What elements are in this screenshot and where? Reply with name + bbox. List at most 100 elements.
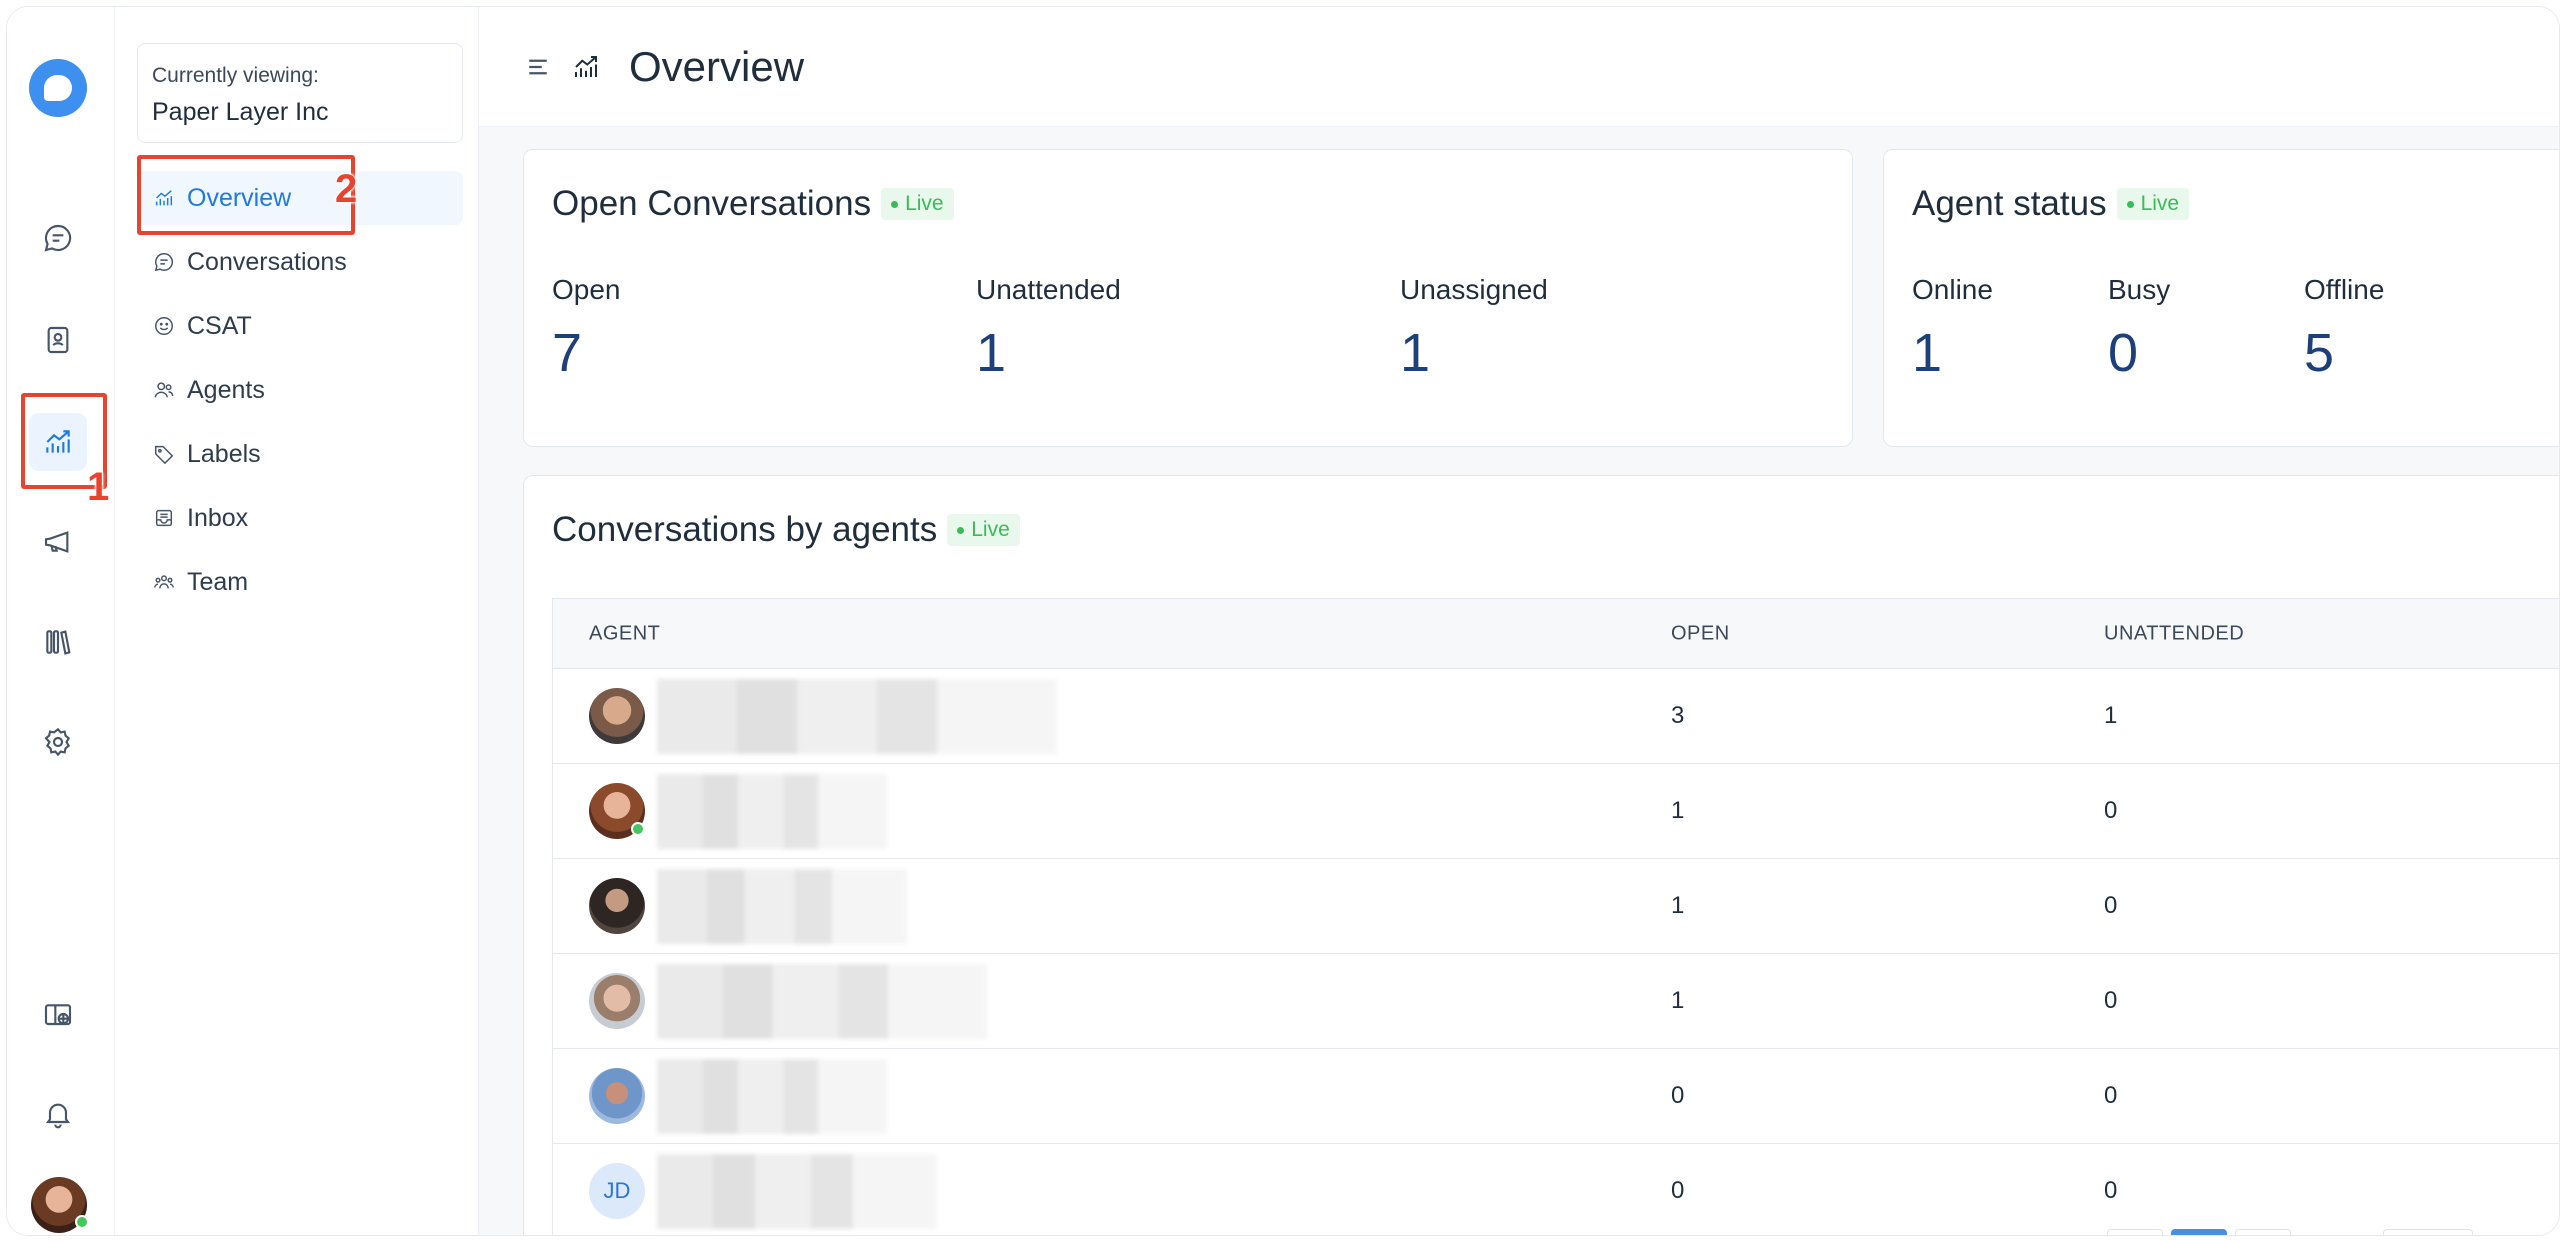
- column-header-unattended[interactable]: UNATTENDED: [2104, 622, 2244, 645]
- sidebar-item-label: Labels: [187, 439, 261, 468]
- app-logo[interactable]: [29, 59, 87, 117]
- online-status-dot: [75, 1215, 89, 1229]
- sidebar-item-csat[interactable]: CSAT: [137, 299, 463, 353]
- library-icon[interactable]: [29, 613, 87, 671]
- metric-label: Online: [1912, 274, 1993, 305]
- sidebar-item-label: Agents: [187, 375, 265, 404]
- metric-open: Open 7: [552, 274, 621, 384]
- open-count: 1: [1671, 797, 1685, 824]
- live-badge: Live: [2116, 188, 2190, 220]
- live-label: Live: [2140, 192, 2180, 215]
- agent-status-card: Agent status Live Online 1 Busy 0 Offlin…: [1883, 149, 2559, 447]
- users-icon: [154, 382, 174, 398]
- live-label: Live: [905, 192, 944, 215]
- agent-avatar: [589, 688, 645, 744]
- metric-busy: Busy 0: [2108, 274, 2170, 384]
- portal-icon[interactable]: [29, 987, 87, 1045]
- settings-icon[interactable]: [29, 713, 87, 771]
- table-row: 3 1: [553, 669, 2559, 764]
- column-header-open[interactable]: OPEN: [1671, 622, 1730, 645]
- metric-online: Online 1: [1912, 274, 1993, 384]
- conversations-icon[interactable]: [29, 209, 87, 267]
- unattended-count: 0: [2104, 892, 2118, 919]
- metric-value: 0: [2108, 323, 2139, 383]
- unattended-count: 0: [2104, 1082, 2118, 1109]
- sidebar-item-team[interactable]: Team: [137, 555, 463, 609]
- sidebar-item-label: Conversations: [187, 247, 347, 276]
- team-icon: [154, 575, 174, 589]
- table-row: 0 0: [553, 1049, 2559, 1144]
- agent-name-redacted: [657, 1154, 937, 1229]
- live-label: Live: [971, 518, 1010, 541]
- agent-name-redacted: [657, 869, 907, 944]
- metric-label: Open: [552, 274, 621, 305]
- table-header: AGENT OPEN UNATTENDED: [553, 599, 2559, 669]
- live-badge: Live: [947, 514, 1020, 546]
- conversations-by-agents-card: Conversations by agents Live AGENT OPEN …: [523, 475, 2559, 1235]
- tag-icon: [155, 445, 174, 465]
- account-name: Paper Layer Inc: [152, 98, 329, 126]
- live-badge: Live: [881, 188, 954, 220]
- metric-value: 7: [552, 323, 583, 383]
- contacts-icon[interactable]: [29, 311, 87, 369]
- annotation-marker-1: 1: [87, 465, 110, 509]
- open-count: 1: [1671, 892, 1685, 919]
- metric-label: Busy: [2108, 274, 2171, 305]
- pagination-next-button[interactable]: [2235, 1229, 2291, 1235]
- metric-label: Offline: [2304, 274, 2385, 305]
- unattended-count: 0: [2104, 797, 2118, 824]
- sidebar-item-agents[interactable]: Agents: [137, 363, 463, 417]
- unattended-count: 1: [2104, 702, 2118, 729]
- page-title: Overview: [629, 42, 805, 90]
- pagination-size-select[interactable]: [2383, 1229, 2473, 1235]
- agents-table: AGENT OPEN UNATTENDED 3 1 1 0 1 0 1 0 0 …: [552, 598, 2559, 1235]
- table-row: 1 0: [553, 954, 2559, 1049]
- chat-icon: [154, 253, 174, 272]
- online-status-dot: [631, 822, 645, 836]
- metric-value: 1: [976, 323, 1007, 383]
- notifications-icon[interactable]: [29, 1085, 87, 1143]
- primary-nav-rail: [7, 7, 115, 1235]
- agent-avatar: [589, 973, 645, 1029]
- inbox-icon: [155, 509, 173, 527]
- agent-initials-avatar: JD: [589, 1163, 645, 1219]
- pagination-page-button[interactable]: [2171, 1229, 2227, 1235]
- card-title: Open Conversations Live: [552, 184, 954, 224]
- agent-name-redacted: [657, 1059, 887, 1134]
- viewing-label: Currently viewing:: [152, 64, 319, 87]
- sidebar-item-conversations[interactable]: Conversations: [137, 235, 463, 289]
- highlight-box-2: [137, 155, 355, 235]
- table-row: JD 0 0: [553, 1144, 2559, 1235]
- agent-name-redacted: [657, 774, 887, 849]
- card-title: Agent status Live: [1912, 184, 2190, 224]
- agents-table-title: Conversations by agents: [552, 510, 938, 549]
- sidebar-item-inbox[interactable]: Inbox: [137, 491, 463, 545]
- reports-sidebar: Currently viewing: Paper Layer Inc Overv…: [115, 7, 479, 1235]
- open-conversations-title: Open Conversations: [552, 184, 872, 223]
- sidebar-item-label: CSAT: [187, 311, 252, 340]
- page-header: Overview: [479, 7, 2559, 127]
- agent-avatar: [589, 1068, 645, 1124]
- annotation-marker-2: 2: [335, 167, 358, 211]
- open-conversations-card: Open Conversations Live Open 7 Unattende…: [523, 149, 1853, 447]
- pagination-prev-button[interactable]: [2107, 1229, 2163, 1235]
- metric-unassigned: Unassigned 1: [1400, 274, 1548, 384]
- metric-offline: Offline 5: [2304, 274, 2384, 384]
- sidebar-item-labels[interactable]: Labels: [137, 427, 463, 481]
- open-count: 0: [1671, 1177, 1685, 1204]
- unattended-count: 0: [2104, 1177, 2118, 1204]
- chart-icon: [575, 55, 597, 77]
- sidebar-item-label: Inbox: [187, 503, 249, 532]
- account-switcher[interactable]: Currently viewing: Paper Layer Inc: [137, 43, 463, 143]
- metric-value: 1: [1912, 323, 1943, 383]
- open-count: 0: [1671, 1082, 1685, 1109]
- card-title: Conversations by agents Live: [552, 510, 1020, 550]
- column-header-agent[interactable]: AGENT: [589, 622, 660, 645]
- agent-name-redacted: [657, 964, 987, 1039]
- metric-value: 5: [2304, 323, 2335, 383]
- table-row: 1 0: [553, 859, 2559, 954]
- smile-icon: [155, 317, 173, 335]
- table-row: 1 0: [553, 764, 2559, 859]
- campaigns-icon[interactable]: [29, 513, 87, 571]
- menu-toggle-icon[interactable]: [523, 52, 553, 82]
